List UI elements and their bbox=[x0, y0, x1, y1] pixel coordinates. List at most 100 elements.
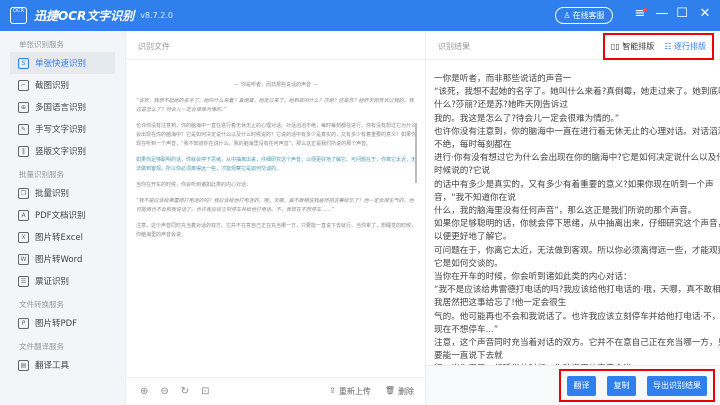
result-title: 识别结果 bbox=[438, 42, 470, 51]
notification-dot bbox=[643, 8, 647, 12]
trash-icon: 🗑 bbox=[384, 386, 395, 395]
result-line: 我居然把这事给忘了!他一定会很生 bbox=[434, 298, 567, 309]
line-layout-label: 逐行排版 bbox=[674, 42, 706, 51]
sidebar-item-icon: ❐ bbox=[18, 187, 29, 199]
sidebar-item-icon: A bbox=[18, 209, 29, 221]
result-line: 时候说的?它说 bbox=[434, 166, 491, 177]
online-service-button[interactable]: ♙ 在线客服 bbox=[555, 7, 613, 24]
sidebar-item-label: 图片转Excel bbox=[35, 233, 84, 243]
sidebar-item-icon: ✎ bbox=[18, 123, 29, 135]
result-actions: 翻译 复制 导出识别结果 bbox=[559, 369, 715, 402]
zoom-out-icon[interactable]: ⊖ bbox=[160, 386, 168, 397]
delete-button[interactable]: 🗑 删除 bbox=[385, 386, 414, 397]
result-line: 可问题在于，你离它太近，无法做到客观。所以你必须离得远一些，才能观察 bbox=[434, 245, 720, 256]
sidebar-item-label: 翻译工具 bbox=[35, 361, 70, 371]
sidebar-item-label: 图片转Word bbox=[35, 255, 83, 265]
upload-icon: ⇪ bbox=[329, 386, 336, 395]
result-line: 现在不想停车...” bbox=[434, 324, 499, 335]
sidebar-item-label: 截图识别 bbox=[35, 81, 70, 91]
result-actions-bar: 翻译 复制 导出识别结果 bbox=[426, 365, 720, 405]
sidebar-section-title: 文件转换服务 bbox=[19, 300, 64, 309]
preview-scrollbar[interactable] bbox=[415, 123, 417, 183]
export-button[interactable]: 导出识别结果 bbox=[647, 375, 707, 396]
result-line: 也许你没有注意到，你的脑海中一直在进行着无休无止的心理对话。对话滔滔 bbox=[434, 126, 720, 137]
rotate-icon[interactable]: ↻ bbox=[181, 386, 189, 397]
maximize-button[interactable]: ☐ bbox=[674, 6, 690, 21]
sidebar-item-label: 多国语言识别 bbox=[35, 103, 87, 113]
user-icon: ♙ bbox=[563, 11, 571, 20]
sidebar-item-label: 图片转PDF bbox=[35, 319, 78, 329]
delete-label: 删除 bbox=[398, 387, 414, 396]
translate-button[interactable]: 翻译 bbox=[567, 375, 596, 396]
zoom-in-icon[interactable]: ⊕ bbox=[140, 386, 148, 397]
sidebar-item-icon: ▤ bbox=[18, 359, 29, 371]
sidebar-item-label: PDF文档识别 bbox=[35, 211, 86, 221]
preview-paragraph: 也许你没有注意到，你的脑海中一直在进行着无休无止的心理对话。对话滔滔不绝，每时每… bbox=[136, 123, 417, 147]
close-button[interactable]: ✕ bbox=[697, 6, 713, 21]
sidebar-item[interactable]: ‖ 竖版文字识别 bbox=[10, 140, 115, 162]
result-line: 的话中有多少是真实的，又有多少有着重要的意义?如果你现在听到一个声 bbox=[434, 179, 714, 190]
sidebar-item[interactable]: ▤ 翻译工具 bbox=[10, 354, 115, 376]
sidebar-item[interactable]: X 图片转Excel bbox=[10, 226, 115, 248]
sidebar-item-label: 手写文字识别 bbox=[35, 125, 87, 135]
smart-layout-button[interactable]: ▯▯ 智能排版 bbox=[611, 41, 654, 52]
preview-paragraph: “我不是应该给弗雷德打电话的吗？我应该给他打电话的。哦，天哪，真不敢相信我居然把… bbox=[136, 198, 414, 213]
sidebar-item-icon: ⊕ bbox=[18, 101, 29, 113]
result-line: 它是如何交谈的。 bbox=[434, 258, 503, 269]
sidebar-item-icon: S bbox=[18, 57, 29, 69]
sidebar-item[interactable]: ✎ 手写文字识别 bbox=[10, 118, 115, 140]
result-panel: 识别结果 ▯▯ 智能排版 ☷ 逐行排版 一你是听者，而非那些说话的声音一 “该死，… bbox=[425, 31, 720, 405]
preview-paragraph: 如果你足够聪明的话，你就会停下思绪，从中抽离出来，仔细研究这个声音，以便更好地了… bbox=[136, 157, 417, 172]
sidebar-item[interactable]: W 图片转Word bbox=[10, 248, 115, 270]
preview-toolbar: ⊕ ⊖ ↻ ⊡ ⇪ 重新上传 🗑 删除 bbox=[126, 377, 426, 405]
result-line: 什么?莎丽?还是苏?她昨天刚告诉过 bbox=[434, 100, 568, 111]
sidebar-item[interactable]: ☰ 票证识别 bbox=[10, 270, 115, 292]
list-icon: ☷ bbox=[664, 42, 674, 51]
sidebar-item[interactable]: A PDF文档识别 bbox=[10, 204, 115, 226]
sidebar-item-icon: ⌐ bbox=[18, 79, 29, 91]
result-panel-title: 识别结果 ▯▯ 智能排版 ☷ 逐行排版 bbox=[426, 31, 720, 60]
sidebar-item-icon: ☰ bbox=[18, 275, 29, 287]
sidebar-item-icon: P bbox=[18, 317, 29, 329]
image-preview: — 你是听者，而非那些说话的声音 — “该死，我想不起她的名字了。她叫什么来着？… bbox=[136, 81, 416, 247]
service-label: 在线客服 bbox=[572, 11, 605, 20]
result-line: 音，“我不知道你在说 bbox=[434, 192, 516, 203]
copy-button[interactable]: 复制 bbox=[607, 375, 636, 396]
preview-paragraph: 注意，这个声音同时充当着对话的双方。它并不在意自己正在充当哪一方，只要能一直说下… bbox=[136, 223, 417, 238]
result-line: 一你是听者，而非那些说话的声音一 bbox=[434, 74, 572, 84]
result-line: 如果你足够聪明的话，你就会停下思绪，从中抽离出来，仔细研究这个声音， bbox=[434, 219, 720, 230]
result-line: “我不是应该给弗雷德打电话的吗?我应该给他打电话的·哦，天哪，真不敢相信 bbox=[434, 285, 720, 296]
line-layout-button[interactable]: ☷ 逐行排版 bbox=[664, 41, 706, 52]
app-title: 迅捷OCR文字识别 bbox=[34, 9, 135, 23]
fit-icon[interactable]: ⊡ bbox=[201, 386, 209, 397]
sidebar-item-icon: X bbox=[18, 231, 29, 243]
sidebar-item-label: 票证识别 bbox=[35, 277, 70, 287]
app-logo-icon: OCR bbox=[10, 7, 27, 24]
result-line: 什么，我的脑海里没有任何声音”，那么这正是我们所说的那个声音。 bbox=[434, 206, 697, 217]
result-line: 要能一直说下去就 bbox=[434, 351, 503, 362]
columns-icon: ▯▯ bbox=[610, 42, 623, 51]
preview-paragraph: 当你在开车的时候，你会听到诸如此类的内心对话： bbox=[136, 182, 252, 188]
reupload-label: 重新上传 bbox=[338, 387, 371, 396]
file-panel-title: 识别文件 bbox=[126, 31, 425, 60]
sidebar-item[interactable]: ⊕ 多国语言识别 bbox=[10, 96, 115, 118]
result-line: 进行·你有没有想过它为什么会出现在你的脑海中?它是如何决定说什么以及什么 bbox=[434, 153, 720, 164]
file-panel: 识别文件 — 你是听者，而非那些说话的声音 — “该死，我想不起她的名字了。她叫… bbox=[125, 31, 426, 405]
sidebar-item[interactable]: S 单张快速识别 bbox=[10, 52, 115, 74]
smart-layout-label: 智能排版 bbox=[622, 42, 655, 51]
minimize-button[interactable]: — bbox=[654, 6, 670, 21]
result-text[interactable]: 一你是听者，而非那些说话的声音一 “该死，我想不起她的名字了。她叫什么来着?真倒霉… bbox=[434, 73, 720, 377]
reupload-button[interactable]: ⇪ 重新上传 bbox=[329, 386, 371, 397]
sidebar-section-title: 批量识别服务 bbox=[19, 170, 64, 179]
layout-switch: ▯▯ 智能排版 ☷ 逐行排版 bbox=[602, 33, 714, 60]
sidebar-item-icon: W bbox=[18, 253, 29, 265]
sidebar-item[interactable]: P 图片转PDF bbox=[10, 312, 115, 334]
result-line: “该死，我想不起她的名字了。她叫什么来着?真倒霉，她走过来了。她到底叫 bbox=[434, 87, 720, 98]
sidebar-item[interactable]: ❐ 批量识别 bbox=[10, 182, 115, 204]
result-line: 当你在开车的时候，你会听到诸如此类的内心对话： bbox=[434, 272, 632, 283]
title-bar: OCR 迅捷OCR文字识别 v8.7.2.0 ♙ 在线客服 ≡ — ☐ ✕ bbox=[0, 0, 720, 31]
sidebar-section-title: 单张识别服务 bbox=[19, 40, 64, 49]
result-line: 气的。他可能再也不会和我说话了。也许我应该立刻停车并给他打电话·不，我 bbox=[434, 311, 720, 322]
preview-heading: — 你是听者，而非那些说话的声音 — bbox=[234, 82, 318, 88]
sidebar-item[interactable]: ⌐ 截图识别 bbox=[10, 74, 115, 96]
